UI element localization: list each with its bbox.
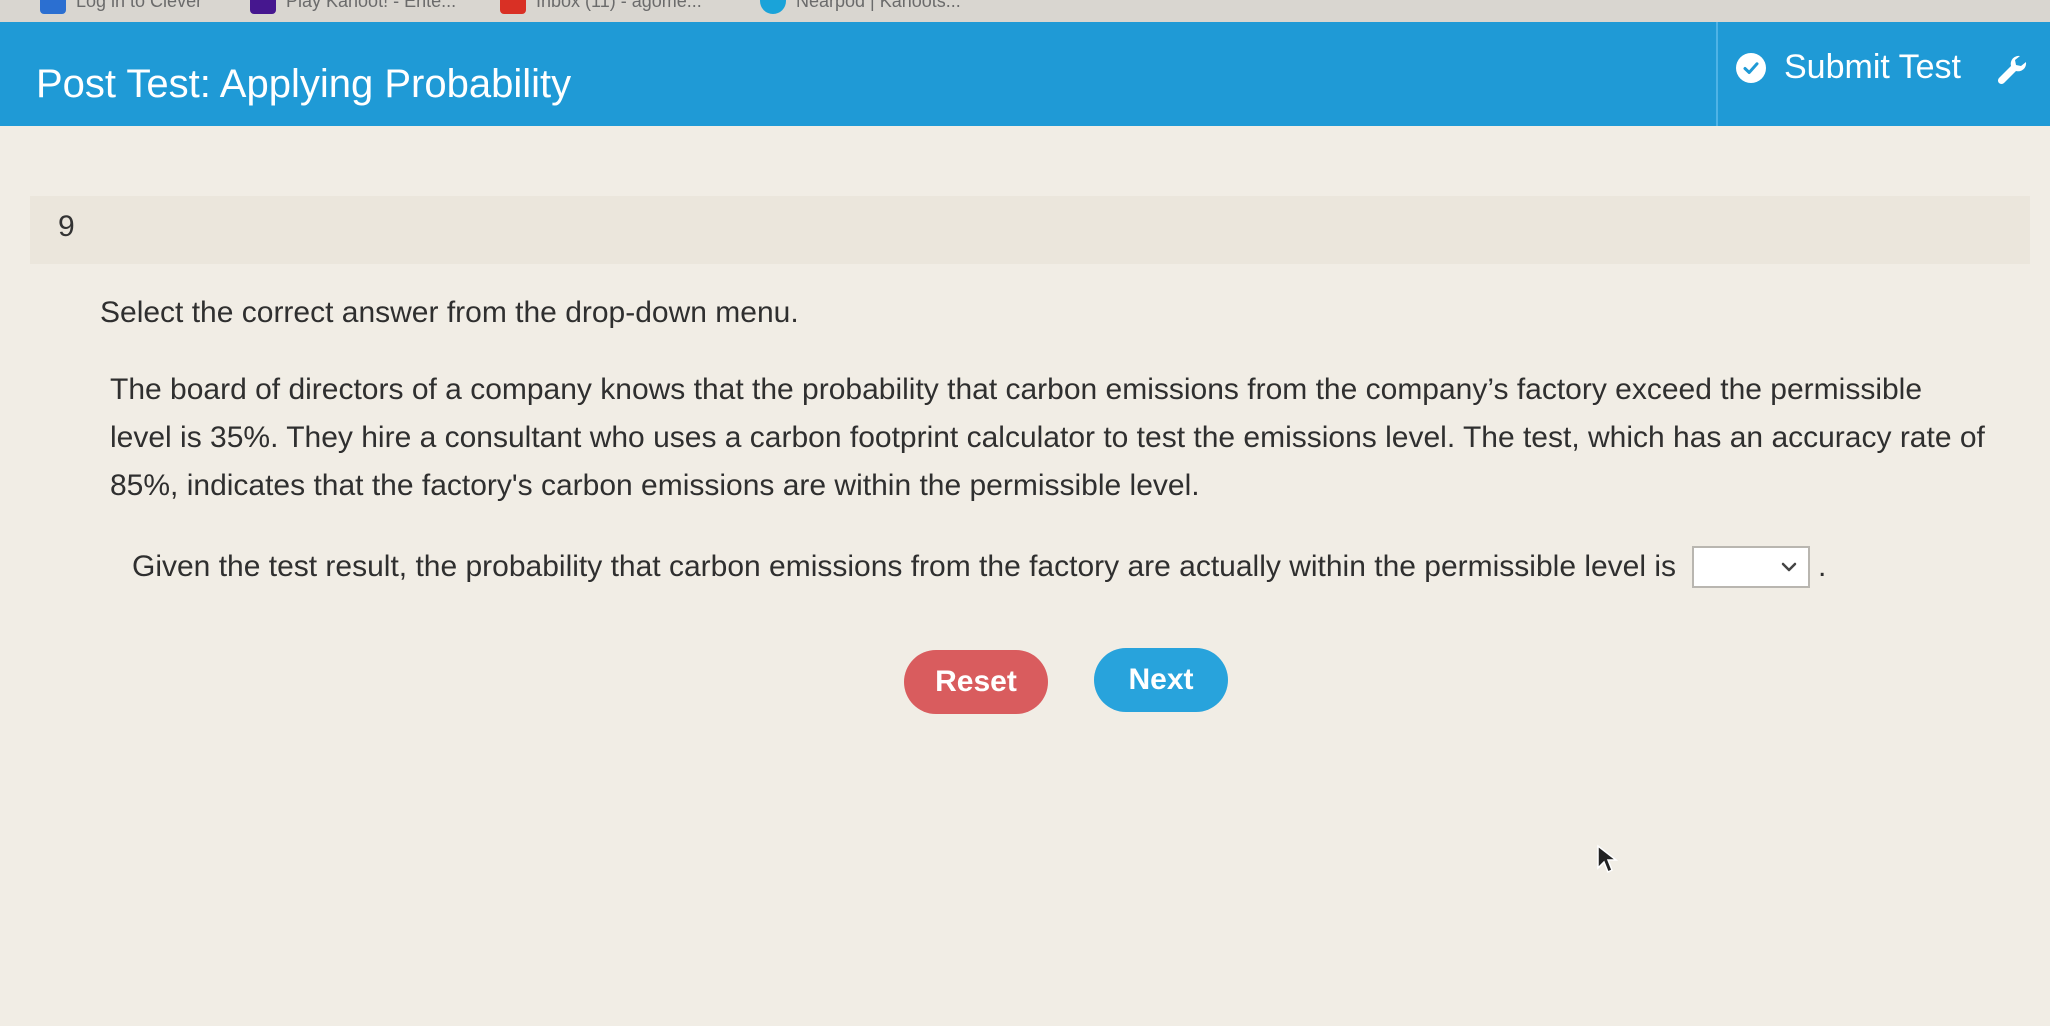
question-number: 9 — [58, 210, 75, 243]
next-button[interactable]: Next — [1094, 648, 1228, 712]
submit-test-label: Submit Test — [1784, 48, 1962, 86]
check-circle-icon — [1736, 52, 1766, 83]
question-number-row: 9 — [30, 196, 2030, 264]
bookmark-label: Play Kahoot! - Ente... — [286, 0, 457, 11]
answer-prompt: Given the test result, the probability t… — [132, 550, 1677, 583]
mouse-cursor-icon — [1597, 844, 1619, 874]
submit-test-button[interactable]: Submit Test — [1736, 48, 1961, 87]
reset-button[interactable]: Reset — [904, 650, 1048, 714]
instructions-text: Select the correct answer from the drop-… — [100, 296, 799, 329]
question-area: 9 Select the correct answer from the dro… — [0, 126, 2050, 1026]
bookmark-label: Inbox (11) - agome... — [536, 0, 702, 11]
gmail-icon — [500, 0, 526, 14]
sentence-period: . — [1818, 550, 1827, 583]
bookmark-nearpod[interactable]: Nearpod | Kahoots... — [760, 0, 961, 14]
bookmark-label: Log in to Clever — [76, 0, 203, 11]
bookmarks-bar: Log in to Clever Play Kahoot! - Ente... … — [0, 0, 2050, 22]
page-title: Post Test: Applying Probability — [36, 62, 572, 106]
answer-dropdown[interactable] — [1692, 546, 1811, 588]
bookmark-kahoot[interactable]: Play Kahoot! - Ente... — [250, 0, 456, 14]
bookmark-clever[interactable]: Log in to Clever — [40, 0, 202, 14]
wrench-icon[interactable] — [1992, 50, 2032, 90]
nearpod-icon — [760, 0, 786, 14]
header-divider — [1716, 22, 1718, 126]
kahoot-icon — [250, 0, 276, 14]
test-header: Post Test: Applying Probability Submit T… — [0, 22, 2050, 126]
bookmark-gmail[interactable]: Inbox (11) - agome... — [500, 0, 702, 14]
clever-icon — [40, 0, 66, 14]
question-passage: The board of directors of a company know… — [110, 373, 1985, 502]
chevron-down-icon — [1781, 562, 1797, 572]
bookmark-label: Nearpod | Kahoots... — [796, 0, 961, 11]
answer-prompt-line: Given the test result, the probability t… — [132, 546, 1826, 588]
